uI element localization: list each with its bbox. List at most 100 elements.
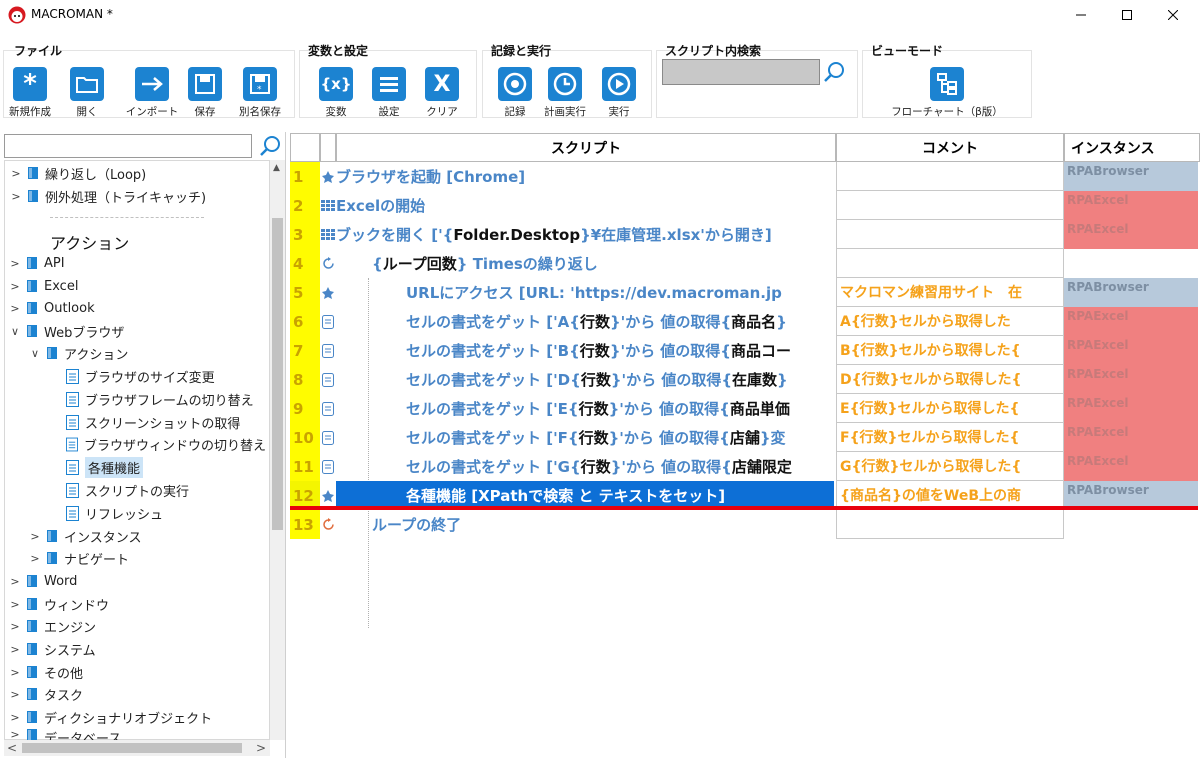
tree-item-excel[interactable]: > Excel — [8, 275, 78, 297]
comment-cell[interactable]: E{行数}セルから取得した{ — [836, 394, 1064, 423]
script-row[interactable]: 13 ループの終了 — [290, 510, 1200, 539]
header-script[interactable]: スクリプト — [336, 133, 836, 162]
save-button[interactable]: 保存 — [175, 67, 235, 119]
tree-item-database[interactable]: > データベース — [8, 728, 121, 740]
tree-horizontal-scrollbar[interactable]: < > — [4, 740, 270, 756]
variable-name: 行数 — [578, 400, 609, 418]
comment-cell[interactable] — [836, 162, 1064, 191]
chevron-right-icon[interactable]: > — [9, 167, 23, 180]
chevron-right-icon[interactable]: > — [8, 280, 22, 293]
chevron-down-icon[interactable]: ∨ — [28, 347, 42, 360]
chevron-right-icon[interactable]: > — [28, 552, 42, 565]
script-search-input[interactable] — [662, 59, 820, 85]
chevron-right-icon[interactable]: > — [8, 620, 22, 633]
comment-cell[interactable]: B{行数}セルから取得した{ — [836, 336, 1064, 365]
comment-cell[interactable]: マクロマン練習用サイト 在 — [836, 278, 1064, 307]
browser-icon — [320, 278, 336, 307]
minimize-button[interactable] — [1058, 0, 1104, 30]
tree-item-web-browser[interactable]: ∨ Webブラウザ — [8, 320, 124, 342]
flowchart-button[interactable]: フローチャート（β版） — [883, 67, 1011, 119]
tree-action-window-switch[interactable]: ブラウザウィンドウの切り替え — [66, 433, 266, 455]
tree-action-refresh[interactable]: リフレッシュ — [66, 502, 163, 524]
maximize-button[interactable] — [1104, 0, 1150, 30]
chevron-right-icon[interactable]: > — [8, 728, 22, 740]
comment-cell[interactable] — [836, 220, 1064, 249]
tree-item-engine[interactable]: > エンジン — [8, 615, 96, 637]
chevron-right-icon[interactable]: > — [8, 711, 22, 724]
script-row[interactable]: 10 セルの書式をゲット ['F{行数}'から 値の取得{店舗}変 F{行数}セ… — [290, 423, 1200, 452]
tree-action-resize[interactable]: ブラウザのサイズ変更 — [66, 365, 215, 387]
script-row[interactable]: 3 ブックを開く ['{Folder.Desktop}¥在庫管理.xlsx'から… — [290, 220, 1200, 249]
new-button[interactable]: * 新規作成 — [0, 67, 60, 119]
scroll-up-icon[interactable]: ▲ — [273, 163, 280, 173]
tree-item-web-actions[interactable]: ∨ アクション — [28, 342, 128, 364]
tree-item-api[interactable]: > API — [8, 252, 64, 274]
open-button[interactable]: 開く — [57, 67, 117, 119]
comment-cell[interactable]: F{行数}セルから取得した{ — [836, 423, 1064, 452]
tree-item-outlook[interactable]: > Outlook — [8, 297, 94, 319]
tree-item-instance[interactable]: > インスタンス — [28, 525, 141, 547]
book-icon — [26, 687, 38, 701]
chevron-right-icon[interactable]: > — [8, 257, 22, 270]
clear-button[interactable]: X クリア — [412, 67, 472, 119]
chevron-right-icon[interactable]: > — [8, 666, 22, 679]
script-row[interactable]: 9 セルの書式をゲット ['E{行数}'から 値の取得{商品単価 E{行数}セル… — [290, 394, 1200, 423]
schedule-run-button[interactable]: 計画実行 — [535, 67, 595, 119]
tree-item-other[interactable]: > その他 — [8, 661, 83, 683]
header-comment[interactable]: コメント — [836, 133, 1064, 162]
script-part: }'から 値の取得{ — [608, 400, 730, 418]
header-instance[interactable]: インスタンス — [1064, 133, 1200, 162]
comment-cell[interactable] — [836, 249, 1064, 278]
tree-item-loop[interactable]: > 繰り返し（Loop) — [9, 162, 146, 184]
script-row[interactable]: 4 {ループ回数} Timesの繰り返し — [290, 249, 1200, 278]
clear-x-icon: X — [425, 67, 459, 101]
tree-item-word[interactable]: > Word — [8, 570, 77, 592]
chevron-right-icon[interactable]: > — [28, 530, 42, 543]
chevron-right-icon[interactable]: > — [8, 302, 22, 315]
comment-cell[interactable] — [836, 191, 1064, 220]
tree-action-run-script[interactable]: スクリプトの実行 — [66, 479, 189, 501]
tree-item-task[interactable]: > タスク — [8, 683, 83, 705]
tree-action-screenshot[interactable]: スクリーンショットの取得 — [66, 411, 240, 433]
comment-cell[interactable] — [836, 510, 1064, 539]
chevron-right-icon[interactable]: > — [8, 688, 22, 701]
tree-search-input[interactable] — [4, 134, 252, 158]
tree-action-frame-switch[interactable]: ブラウザフレームの切り替え — [66, 388, 254, 410]
script-row[interactable]: 1 ブラウザを起動 [Chrome] RPABrowser — [290, 162, 1200, 191]
script-row[interactable]: 8 セルの書式をゲット ['D{行数}'から 値の取得{在庫数} D{行数}セル… — [290, 365, 1200, 394]
close-button[interactable] — [1150, 0, 1196, 30]
chevron-right-icon[interactable]: > — [8, 575, 22, 588]
tree-item-navigate[interactable]: > ナビゲート — [28, 547, 129, 569]
tree-item-system[interactable]: > システム — [8, 638, 95, 660]
script-search-icon[interactable] — [822, 60, 846, 84]
script-row[interactable]: 11 セルの書式をゲット ['G{行数}'から 値の取得{店舗限定 G{行数}セ… — [290, 452, 1200, 481]
document-icon — [320, 423, 336, 452]
comment-cell[interactable]: D{行数}セルから取得した{ — [836, 365, 1064, 394]
tree-vertical-scrollbar[interactable]: ▲ — [270, 160, 285, 740]
tree-item-window[interactable]: > ウィンドウ — [8, 593, 109, 615]
script-row[interactable]: 6 セルの書式をゲット ['A{行数}'から 値の取得{商品名} A{行数}セル… — [290, 307, 1200, 336]
tree-search-icon[interactable] — [258, 134, 282, 158]
chevron-right-icon[interactable]: > — [8, 643, 22, 656]
scroll-thumb[interactable] — [272, 218, 283, 530]
run-button[interactable]: 実行 — [589, 67, 649, 119]
tree-item-try-catch[interactable]: > 例外処理（トライキャッチ) — [9, 185, 206, 207]
scroll-left-icon[interactable]: < — [7, 741, 17, 755]
variables-button[interactable]: {x} 変数 — [306, 67, 366, 119]
scroll-thumb[interactable] — [22, 743, 242, 753]
import-button[interactable]: インポート — [122, 67, 182, 119]
tree-item-dictionary[interactable]: > ディクショナリオブジェクト — [8, 706, 212, 728]
comment-cell[interactable]: A{行数}セルから取得した — [836, 307, 1064, 336]
chevron-down-icon[interactable]: ∨ — [8, 325, 22, 338]
script-row[interactable]: 2 Excelの開始 RPAExcel — [290, 191, 1200, 220]
save-as-button[interactable]: * 別名保存 — [230, 67, 290, 119]
settings-button[interactable]: 設定 — [359, 67, 419, 119]
tree-action-various[interactable]: 各種機能 — [66, 456, 144, 478]
script-row[interactable]: 5 URLにアクセス [URL: 'https://dev.macroman.j… — [290, 278, 1200, 307]
tree-item-label: ウィンドウ — [44, 598, 110, 614]
scroll-right-icon[interactable]: > — [256, 741, 266, 755]
comment-cell[interactable]: G{行数}セルから取得した{ — [836, 452, 1064, 481]
chevron-right-icon[interactable]: > — [9, 190, 23, 203]
chevron-right-icon[interactable]: > — [8, 598, 22, 611]
script-row[interactable]: 7 セルの書式をゲット ['B{行数}'から 値の取得{商品コー B{行数}セル… — [290, 336, 1200, 365]
